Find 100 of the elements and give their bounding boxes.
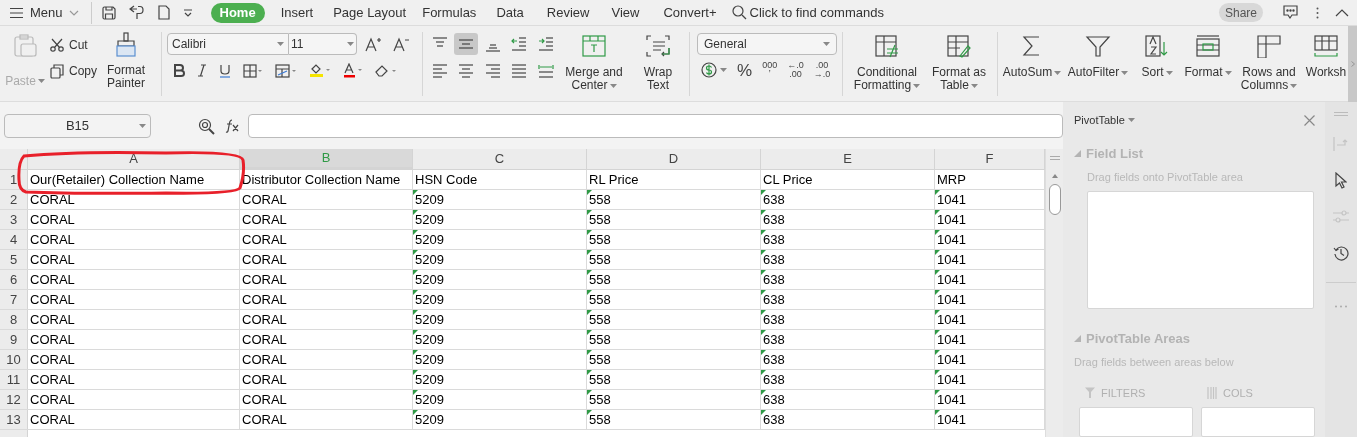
- copy-button[interactable]: Copy: [50, 62, 97, 80]
- ribbon-tab[interactable]: Insert: [272, 2, 322, 23]
- ribbon-tab[interactable]: Formulas: [414, 2, 485, 23]
- formula-field[interactable]: [248, 114, 1063, 138]
- search-field[interactable]: Click to find commands: [731, 2, 884, 23]
- ribbon-tab[interactable]: Convert+: [655, 2, 725, 23]
- more-icon[interactable]: [1334, 305, 1348, 308]
- ribbon-tab[interactable]: Review: [538, 2, 598, 23]
- dropdown-caret-icon[interactable]: [1127, 118, 1135, 123]
- row-header[interactable]: 3: [0, 210, 28, 229]
- ribbon-button[interactable]: AutoSum: [1003, 32, 1061, 79]
- table-cell: CORAL: [28, 250, 240, 269]
- format-painter-button[interactable]: Format Painter: [107, 32, 146, 90]
- comment-icon[interactable]: [1283, 5, 1298, 20]
- row-header[interactable]: 12: [0, 390, 28, 409]
- area-label: FILTERS: [1101, 385, 1146, 401]
- dropdown-caret-icon[interactable]: [1224, 70, 1232, 75]
- ribbon-button[interactable]: Format as Table: [926, 32, 992, 92]
- new-document-icon[interactable]: [157, 5, 170, 20]
- dropdown-caret-icon[interactable]: [1121, 70, 1129, 75]
- ribbon-button[interactable]: Wrap Text: [632, 32, 684, 92]
- number-format-button[interactable]: ←.0 .00: [787, 61, 804, 79]
- row-header[interactable]: 10: [0, 350, 28, 369]
- drag-handle-icon: [1334, 112, 1348, 116]
- customize-dropdown-icon[interactable]: [182, 8, 193, 17]
- search-icon: [731, 5, 747, 20]
- name-box[interactable]: B15: [4, 114, 151, 138]
- scroll-up-icon[interactable]: [1051, 174, 1058, 178]
- share-button[interactable]: Share: [1218, 3, 1263, 22]
- field-list-box[interactable]: [1087, 190, 1314, 309]
- borders-icon[interactable]: [243, 63, 263, 78]
- alignment-button[interactable]: [454, 33, 479, 55]
- number-format-button[interactable]: .00 →.0: [813, 61, 831, 79]
- ribbon-button[interactable]: Merge and Center: [556, 32, 632, 92]
- increase-font-size-icon[interactable]: [365, 36, 381, 52]
- row-header[interactable]: 4: [0, 230, 28, 249]
- number-format-field[interactable]: General: [697, 33, 837, 55]
- collapse-triangle-icon[interactable]: [1074, 149, 1081, 157]
- column-header[interactable]: E: [761, 149, 935, 169]
- close-icon[interactable]: [1304, 114, 1315, 126]
- collapse-triangle-icon[interactable]: [1074, 334, 1081, 342]
- dropdown-caret-icon[interactable]: [913, 83, 921, 88]
- font-size-field[interactable]: 11: [289, 33, 357, 55]
- underline-icon[interactable]: [219, 63, 231, 78]
- cursor-icon[interactable]: [1335, 172, 1347, 189]
- bold-icon[interactable]: [173, 64, 185, 77]
- percent-button[interactable]: %: [737, 61, 753, 79]
- row-header[interactable]: 6: [0, 270, 28, 289]
- row-header[interactable]: 9: [0, 330, 28, 349]
- dropdown-caret-icon[interactable]: [609, 83, 617, 88]
- ribbon-button[interactable]: Worksh: [1301, 32, 1351, 79]
- row-header[interactable]: 2: [0, 190, 28, 209]
- row-header[interactable]: 7: [0, 290, 28, 309]
- column-header[interactable]: C: [413, 149, 587, 169]
- ribbon-tab[interactable]: View: [603, 2, 648, 23]
- ribbon-button[interactable]: AutoFilter: [1061, 32, 1135, 79]
- row-header[interactable]: 11: [0, 370, 28, 389]
- cut-button[interactable]: Cut: [50, 36, 97, 54]
- area-label: COLS: [1223, 385, 1253, 401]
- fill-color-icon[interactable]: [309, 63, 331, 78]
- dropdown-caret-icon[interactable]: [347, 42, 354, 46]
- pivottable-menu[interactable]: PivotTable: [1074, 112, 1135, 129]
- cell-style-icon[interactable]: [275, 63, 297, 78]
- history-icon[interactable]: [1333, 245, 1349, 261]
- column-header[interactable]: D: [587, 149, 761, 169]
- ribbon-button[interactable]: Format: [1179, 32, 1237, 79]
- font-color-icon[interactable]: [343, 63, 363, 78]
- dropdown-caret-icon[interactable]: [970, 83, 978, 88]
- ribbon-tab[interactable]: Data: [488, 2, 532, 23]
- row-header[interactable]: 5: [0, 250, 28, 269]
- dropdown-caret-icon[interactable]: [720, 68, 727, 72]
- ribbon-button[interactable]: Sort: [1135, 32, 1179, 79]
- more-options-icon[interactable]: [1316, 6, 1319, 19]
- number-format-button[interactable]: 000 ʼ: [762, 61, 778, 79]
- dropdown-caret-icon[interactable]: [139, 124, 146, 128]
- collapse-ribbon-icon[interactable]: [1335, 8, 1349, 17]
- sliders-icon[interactable]: [1333, 210, 1349, 224]
- scroll-thumb[interactable]: [1048, 184, 1061, 215]
- dropdown-caret-icon[interactable]: [1290, 83, 1298, 88]
- decrease-font-size-icon[interactable]: [393, 36, 409, 52]
- italic-icon[interactable]: [197, 64, 207, 77]
- undo-icon[interactable]: [128, 5, 145, 20]
- font-name-field[interactable]: Calibri: [167, 33, 289, 55]
- ribbon-button[interactable]: Rows and Columns: [1237, 32, 1301, 92]
- row-header[interactable]: 8: [0, 310, 28, 329]
- menu-button[interactable]: Menu: [9, 2, 79, 23]
- save-icon[interactable]: [101, 5, 116, 20]
- currency-button[interactable]: [701, 62, 727, 78]
- worksheet-icon: [1313, 34, 1339, 58]
- zoom-icon[interactable]: [198, 117, 215, 135]
- dropdown-caret-icon[interactable]: [1054, 70, 1062, 75]
- vertical-scrollbar[interactable]: [1045, 149, 1063, 437]
- eraser-icon[interactable]: [375, 63, 397, 78]
- ribbon-tab[interactable]: Page Layout: [325, 2, 415, 23]
- dropdown-caret-icon[interactable]: [823, 42, 830, 46]
- dropdown-caret-icon[interactable]: [1165, 70, 1173, 75]
- function-icon[interactable]: [224, 119, 240, 133]
- row-header[interactable]: 13: [0, 410, 28, 429]
- ribbon-button[interactable]: Conditional Formatting: [848, 32, 926, 92]
- dropdown-caret-icon[interactable]: [277, 42, 284, 46]
